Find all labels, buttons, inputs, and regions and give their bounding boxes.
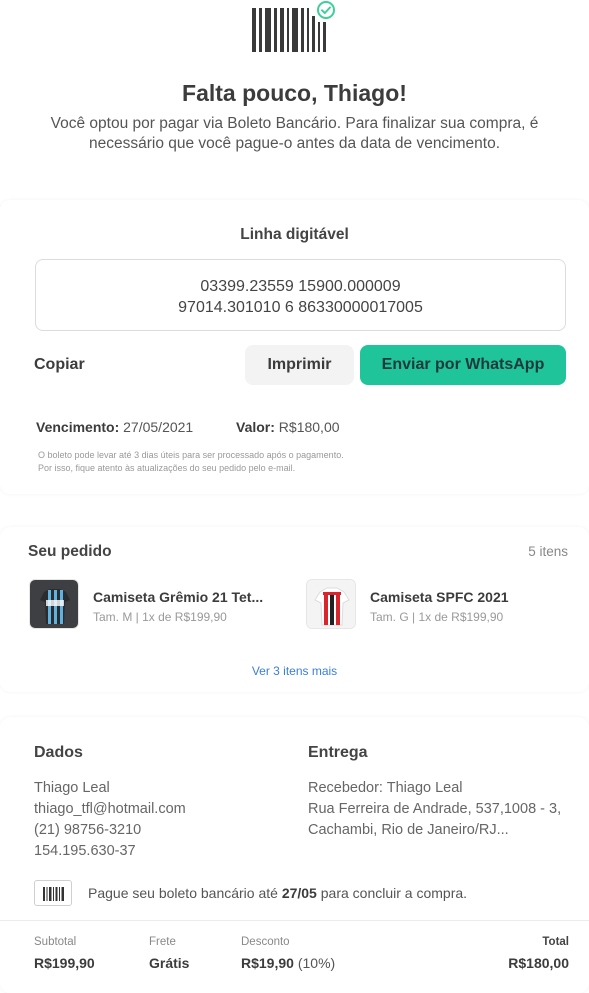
value-label: Valor: [236, 419, 275, 435]
print-button[interactable]: Imprimir [245, 345, 354, 385]
boleto-card: Linha digitável 03399.23559 15900.000009… [0, 200, 589, 494]
details-card: Dados Thiago Leal thiago_tfl@hotmail.com… [0, 717, 589, 993]
product-image-spfc [306, 579, 356, 629]
boleto-code-line: 97014.301010 6 86330000017005 [178, 299, 423, 316]
check-circle-icon [316, 0, 336, 20]
total-label: Total [542, 936, 569, 948]
note-line: Por isso, fique atento às atualizações d… [38, 462, 296, 473]
item-meta: Tam. G | 1x de R$199,90 [370, 610, 504, 624]
note-line: O boleto pode levar até 3 dias úteis par… [38, 450, 344, 460]
dados-title: Dados [34, 744, 83, 761]
order-card: Seu pedido 5 itens Camiseta Grêmio 21 Te… [0, 527, 589, 692]
frete-label: Frete [149, 936, 176, 948]
header: Falta pouco, Thiago! Você optou por paga… [0, 0, 589, 190]
value-amount: R$180,00 [278, 419, 340, 435]
delivery-recipient: Recebedor: Thiago Leal [308, 780, 463, 796]
boleto-code-box[interactable]: 03399.23559 15900.000009 97014.301010 6 … [35, 259, 566, 331]
item-meta: Tam. M | 1x de R$199,90 [93, 610, 227, 624]
copy-button[interactable]: Copiar [34, 345, 85, 385]
entrega-title: Entrega [308, 744, 368, 761]
notice-text: Pague seu boleto bancário até 27/05 para… [88, 885, 467, 901]
subtotal-label: Subtotal [34, 936, 77, 948]
product-image-gremio [29, 579, 79, 629]
divider [0, 920, 589, 921]
frete-amount: Grátis [149, 955, 190, 971]
subtotal-amount: R$199,90 [34, 955, 95, 971]
page-title: Falta pouco, Thiago! [182, 80, 407, 106]
item-name: Camiseta SPFC 2021 [370, 589, 509, 605]
due-date: Vencimento: 27/05/2021 [36, 419, 193, 435]
boleto-code-line: 03399.23559 15900.000009 [200, 278, 401, 295]
desconto-percent: (10%) [297, 955, 336, 971]
order-count: 5 itens [528, 544, 568, 559]
boleto-icon [34, 880, 72, 906]
boleto-value: Valor: R$180,00 [236, 419, 340, 435]
notice-date: 27/05 [281, 885, 317, 901]
item-name: Camiseta Grêmio 21 Tet... [93, 589, 264, 605]
page-subtitle: Você optou por pagar via Boleto Bancário… [20, 114, 569, 154]
whatsapp-button[interactable]: Enviar por WhatsApp [360, 345, 566, 385]
subtotal-value: R$199,90 [34, 955, 95, 971]
see-more-items-link[interactable]: Ver 3 itens mais [0, 664, 589, 678]
notice-pre: Pague seu boleto bancário até [88, 885, 282, 901]
desconto-value: R$19,90 (10%) [241, 955, 335, 971]
processing-note: O boleto pode levar até 3 dias úteis par… [38, 449, 344, 474]
desconto-label: Desconto [241, 936, 290, 948]
due-value: 27/05/2021 [123, 419, 194, 435]
customer-name: Thiago Leal [34, 780, 110, 796]
customer-phone: (21) 98756-3210 [34, 822, 142, 838]
due-label: Vencimento: [36, 419, 120, 435]
delivery-city: Cachambi, Rio de Janeiro/RJ... [308, 822, 509, 838]
order-title: Seu pedido [28, 543, 112, 560]
delivery-address: Rua Ferreira de Andrade, 537,1008 - 3, [308, 801, 562, 817]
subtitle-line: necessário que você pague-o antes da dat… [88, 135, 501, 152]
frete-value: Grátis [149, 955, 189, 971]
desconto-amount: R$19,90 [241, 955, 294, 971]
subtitle-line: Você optou por pagar via Boleto Bancário… [50, 115, 539, 132]
customer-cpf: 154.195.630-37 [34, 843, 136, 859]
notice-post: para concluir a compra. [316, 885, 468, 901]
customer-email: thiago_tfl@hotmail.com [34, 801, 186, 817]
total-value: R$180,00 [508, 955, 569, 971]
total-amount: R$180,00 [508, 955, 569, 971]
linha-digitavel-title: Linha digitável [240, 226, 349, 243]
